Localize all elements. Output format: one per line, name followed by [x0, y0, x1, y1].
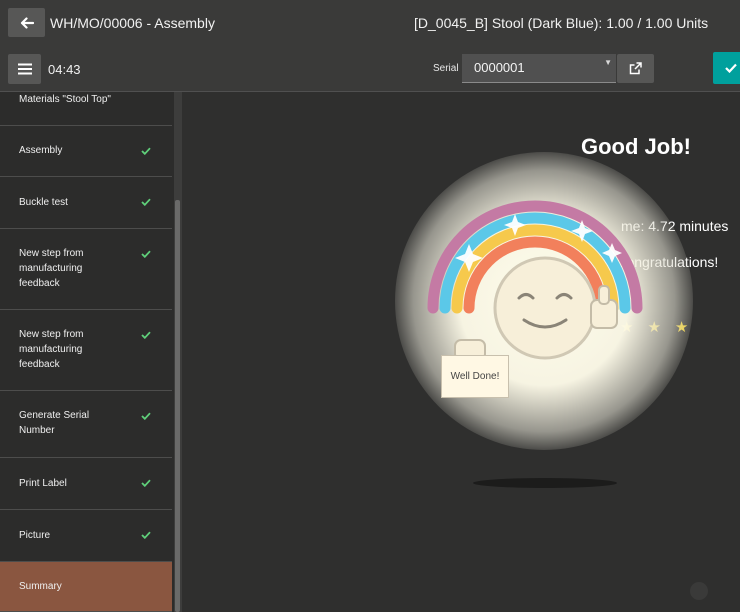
check-icon: [141, 479, 151, 487]
step-item[interactable]: New step from manufacturing feedback: [0, 229, 172, 310]
steps-sidebar: Materials "Stool Top" Assembly Buckle te…: [0, 92, 174, 612]
arrow-left-icon: [20, 16, 34, 29]
hamburger-menu-icon: [17, 63, 32, 75]
top-bar: WH/MO/00006 - Assembly [D_0045_B] Stool …: [0, 0, 740, 46]
check-icon: [725, 63, 737, 73]
work-timer: 04:43: [48, 62, 81, 77]
step-label: Summary: [19, 581, 62, 592]
check-icon: [141, 331, 151, 339]
well-done-card: Well Done!: [441, 355, 509, 398]
step-label: Buckle test: [19, 197, 68, 208]
check-icon: [141, 250, 151, 258]
step-label: New step from manufacturing feedback: [19, 329, 84, 370]
manufacturing-order-title: WH/MO/00006 - Assembly: [50, 15, 215, 31]
help-icon[interactable]: [690, 582, 708, 600]
step-label: Print Label: [19, 478, 67, 489]
back-button[interactable]: [8, 8, 45, 37]
step-item[interactable]: Picture: [0, 510, 172, 562]
serial-value: 0000001: [474, 60, 525, 75]
step-item[interactable]: Buckle test: [0, 177, 172, 229]
check-icon: [141, 412, 151, 420]
step-item-summary[interactable]: Summary: [0, 562, 172, 612]
good-job-heading: Good Job!: [581, 134, 691, 159]
floating-shadow: [473, 478, 617, 488]
toolbar: 04:43 Serial 0000001 ▼: [0, 46, 740, 92]
caret-down-icon: ▼: [604, 58, 612, 67]
step-label: Assembly: [19, 145, 63, 156]
step-label: Generate Serial Number: [19, 410, 90, 436]
serial-select[interactable]: 0000001 ▼: [462, 54, 616, 83]
step-item[interactable]: New step from manufacturing feedback: [0, 310, 172, 391]
step-item[interactable]: Generate Serial Number: [0, 391, 172, 458]
product-quantity-title: [D_0045_B] Stool (Dark Blue): 1.00 / 1.0…: [414, 15, 709, 31]
validate-button[interactable]: [713, 52, 740, 84]
step-label: Materials "Stool Top": [19, 94, 111, 105]
check-icon: [141, 198, 151, 206]
sidebar-scrollbar-thumb[interactable]: [175, 200, 180, 612]
external-link-icon: [629, 62, 642, 75]
menu-button[interactable]: [8, 54, 41, 84]
check-icon: [141, 147, 151, 155]
step-item[interactable]: Print Label: [0, 458, 172, 510]
check-icon: [141, 531, 151, 539]
step-label: Picture: [19, 530, 51, 541]
summary-panel: Good Job! me: 4.72 minutes Time. Congrat…: [183, 92, 740, 612]
step-item[interactable]: Assembly: [0, 126, 172, 177]
step-label: New step from manufacturing feedback: [19, 248, 84, 289]
serial-label: Serial: [433, 63, 459, 74]
step-item[interactable]: Materials "Stool Top": [0, 92, 172, 126]
open-serial-button[interactable]: [617, 54, 654, 83]
